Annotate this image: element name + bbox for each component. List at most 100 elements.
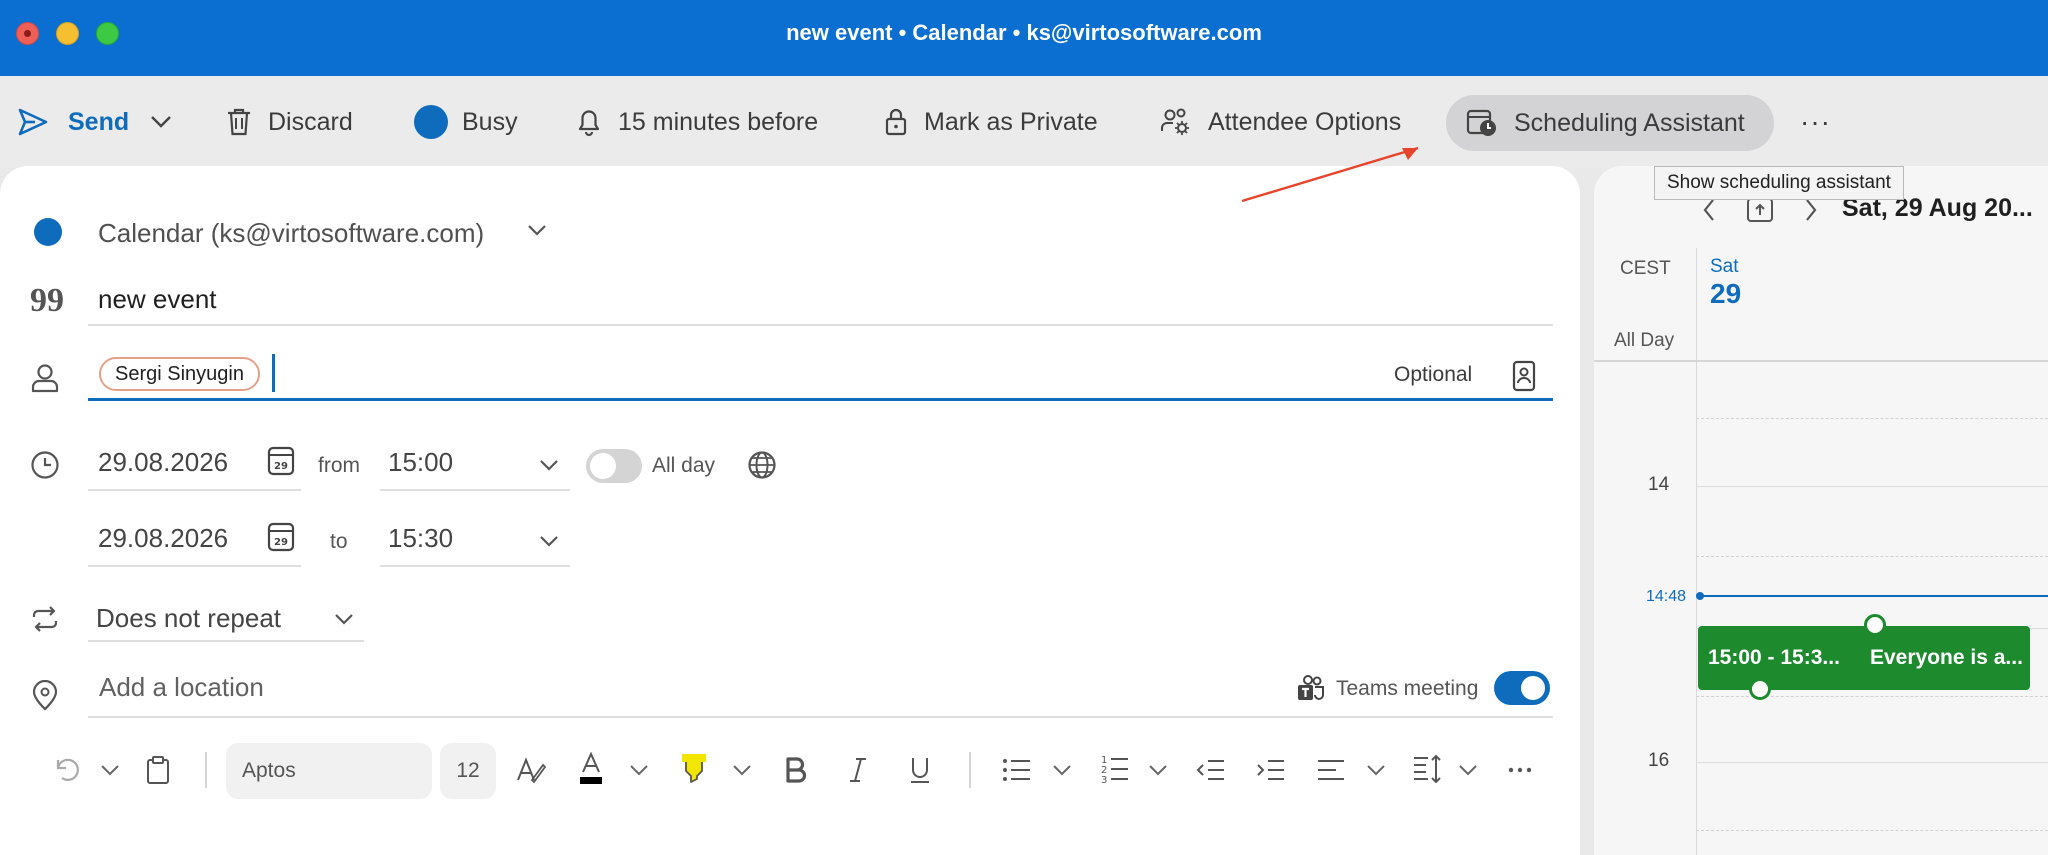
- send-options-button[interactable]: [150, 96, 172, 148]
- chevron-right-icon[interactable]: [1804, 198, 1818, 222]
- chevron-down-icon[interactable]: [1052, 764, 1072, 776]
- chevron-down-icon[interactable]: [1366, 764, 1386, 776]
- svg-text:3: 3: [1101, 775, 1107, 785]
- teams-icon: [1298, 675, 1324, 700]
- all-day-row-label: All Day: [1614, 330, 1675, 351]
- toolbar-separator: [205, 752, 207, 788]
- location-input[interactable]: Add a location: [99, 672, 264, 703]
- send-button[interactable]: Send: [18, 96, 129, 148]
- scheduling-label: Scheduling Assistant: [1514, 108, 1745, 137]
- calendar-icon[interactable]: 29: [267, 445, 295, 477]
- attendee-chip[interactable]: Sergi Sinyugin: [99, 357, 260, 391]
- scheduling-assistant-button[interactable]: Scheduling Assistant: [1446, 95, 1774, 151]
- chevron-down-icon[interactable]: [1458, 764, 1478, 776]
- address-book-icon[interactable]: [1512, 360, 1536, 392]
- repeat-underline: [88, 640, 364, 642]
- font-color-icon[interactable]: [578, 752, 604, 786]
- start-time-underline: [380, 489, 570, 491]
- scheduling-assistant-tooltip: Show scheduling assistant: [1654, 166, 1904, 200]
- calendar-icon[interactable]: 29: [267, 521, 295, 553]
- scheduling-assistant-icon: [1466, 109, 1496, 136]
- all-day-toggle[interactable]: [586, 449, 642, 483]
- busy-label: Busy: [462, 107, 518, 136]
- font-size-select[interactable]: 12: [440, 743, 496, 799]
- day-name: Sat: [1710, 256, 1739, 277]
- end-date-input[interactable]: 29.08.2026: [98, 523, 228, 554]
- event-resize-handle-top[interactable]: [1864, 614, 1886, 636]
- person-icon: [31, 364, 59, 393]
- start-time-select[interactable]: 15:00: [388, 447, 453, 478]
- hour-line: [1696, 486, 2048, 487]
- reminder-button[interactable]: 15 minutes before: [576, 96, 818, 148]
- chevron-down-icon[interactable]: [629, 764, 649, 776]
- repeat-select[interactable]: Does not repeat: [96, 603, 281, 634]
- private-label: Mark as Private: [924, 107, 1098, 136]
- event-resize-handle-bottom[interactable]: [1749, 678, 1771, 700]
- chevron-left-icon[interactable]: [1702, 198, 1716, 222]
- globe-icon[interactable]: [747, 450, 777, 480]
- discard-button[interactable]: Discard: [226, 96, 353, 148]
- trash-icon: [228, 108, 250, 136]
- today-icon[interactable]: [1746, 196, 1774, 224]
- event-block[interactable]: 15:00 - 15:3... Everyone is a...: [1698, 626, 2030, 690]
- teams-meeting-label: Teams meeting: [1336, 677, 1479, 700]
- end-time-underline: [380, 565, 570, 567]
- chevron-down-icon[interactable]: [526, 224, 548, 238]
- calendar-selector[interactable]: Calendar (ks@virtosoftware.com): [98, 218, 484, 249]
- numbered-list-icon[interactable]: 123: [1100, 753, 1130, 785]
- half-hour-line: [1696, 696, 2048, 697]
- all-day-divider: [1594, 360, 2048, 362]
- all-day-label: All day: [652, 454, 716, 477]
- chevron-down-icon[interactable]: [1148, 764, 1168, 776]
- current-time-label: 14:48: [1646, 588, 1687, 605]
- chevron-down-icon[interactable]: [732, 764, 752, 776]
- decrease-indent-icon[interactable]: [1196, 757, 1226, 783]
- italic-icon[interactable]: [846, 756, 870, 784]
- optional-attendees-link[interactable]: Optional: [1394, 363, 1472, 387]
- highlighter-icon[interactable]: [680, 752, 708, 786]
- end-time-select[interactable]: 15:30: [388, 523, 453, 554]
- current-time-line: [1702, 595, 2048, 597]
- from-label: from: [318, 454, 360, 477]
- line-spacing-icon[interactable]: [1412, 753, 1444, 785]
- bullet-list-icon[interactable]: [1002, 757, 1032, 783]
- title-icon: 99: [30, 282, 64, 319]
- chevron-down-icon: [151, 116, 171, 128]
- more-options-button[interactable]: ···: [1800, 96, 1831, 148]
- teams-meeting-toggle[interactable]: [1494, 671, 1550, 705]
- chevron-down-icon[interactable]: [100, 764, 120, 776]
- to-label: to: [330, 530, 348, 553]
- text-cursor: [272, 354, 275, 392]
- half-hour-line: [1696, 556, 2048, 557]
- start-date-input[interactable]: 29.08.2026: [98, 447, 228, 478]
- increase-indent-icon[interactable]: [1256, 757, 1286, 783]
- discard-label: Discard: [268, 107, 353, 136]
- align-left-icon[interactable]: [1316, 757, 1346, 783]
- bold-icon[interactable]: [784, 756, 808, 784]
- chevron-down-icon[interactable]: [333, 613, 355, 627]
- day-calendar-pane: Sat, 29 Aug 20... CEST All Day Sat 29 14…: [1594, 166, 2048, 855]
- styles-icon[interactable]: [516, 756, 546, 784]
- title-underline: [88, 324, 1553, 326]
- event-time: 15:00 - 15:3...: [1708, 646, 1840, 669]
- busy-status-button[interactable]: Busy: [414, 96, 518, 148]
- people-settings-icon: [1161, 108, 1189, 135]
- mark-private-button[interactable]: Mark as Private: [884, 96, 1098, 148]
- title-bar: new event • Calendar • ks@virtosoftware.…: [0, 0, 2048, 76]
- font-family-select[interactable]: Aptos: [226, 743, 432, 799]
- reminder-label: 15 minutes before: [618, 107, 819, 136]
- chevron-down-icon[interactable]: [538, 535, 560, 549]
- location-underline: [88, 716, 1553, 718]
- more-formatting-icon[interactable]: [1508, 766, 1532, 774]
- chevron-down-icon[interactable]: [538, 459, 560, 473]
- busy-status-icon: [414, 105, 448, 139]
- toolbar-separator: [969, 752, 971, 788]
- timezone-label: CEST: [1620, 258, 1671, 279]
- hour-label: 14: [1648, 474, 1670, 495]
- half-hour-line: [1696, 830, 2048, 831]
- clipboard-icon[interactable]: [146, 755, 170, 785]
- underline-icon[interactable]: [908, 755, 932, 785]
- undo-icon[interactable]: [54, 756, 82, 784]
- event-title-input[interactable]: new event: [98, 284, 217, 315]
- event-toolbar: Send Discard Busy 15 minutes before Mark…: [0, 76, 2048, 168]
